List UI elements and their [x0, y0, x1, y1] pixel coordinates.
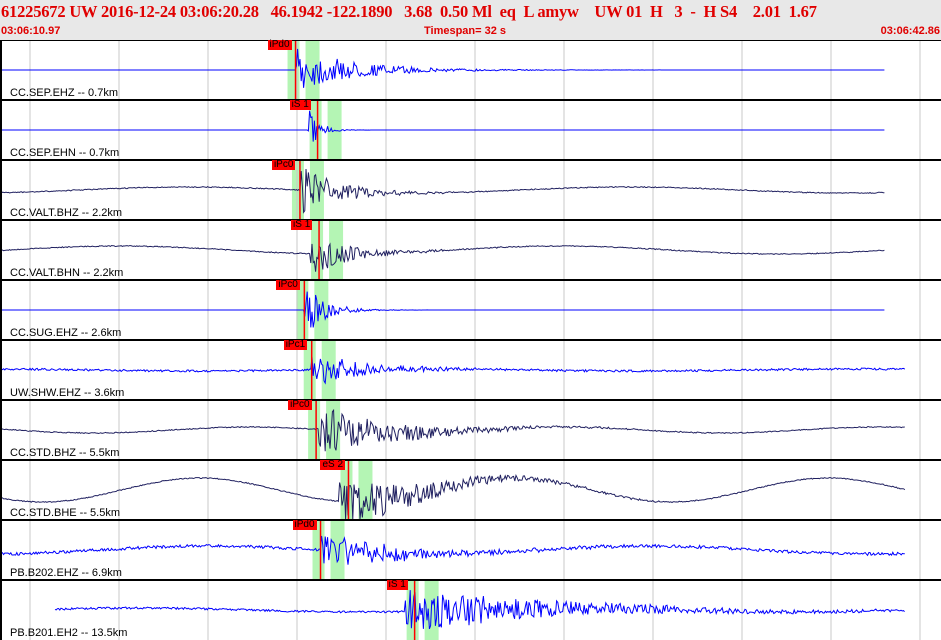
channel-label: CC.SEP.EHN -- 0.7km: [10, 147, 120, 159]
phase-pick-label[interactable]: iPc1: [283, 340, 308, 350]
channel-label: PB.B201.EH2 -- 13.5km: [10, 627, 128, 639]
phase-pick-label[interactable]: iPc0: [276, 280, 300, 290]
channel-label: CC.STD.BHZ -- 5.5km: [10, 447, 120, 459]
phase-pick-label[interactable]: iS 1: [291, 220, 313, 230]
pick-window: [309, 160, 324, 220]
event-summary: 61225672 UW 2016-12-24 03:06:20.28 46.19…: [1, 2, 817, 21]
channel-label: PB.B202.EHZ -- 6.9km: [10, 567, 122, 579]
waveform-trace: [0, 291, 885, 328]
phase-pick-label[interactable]: iS 1: [386, 580, 408, 590]
waveform-trace: [0, 110, 885, 142]
waveform-trace: [0, 535, 905, 565]
channel-label: CC.VALT.BHZ -- 2.2km: [10, 207, 123, 219]
event-header: 61225672 UW 2016-12-24 03:06:20.28 46.19…: [0, 0, 941, 40]
pick-window: [309, 100, 322, 160]
channel-label: CC.VALT.BHN -- 2.2km: [10, 267, 124, 279]
waveform-trace: [0, 48, 885, 88]
phase-pick-label[interactable]: iPd0: [267, 40, 292, 50]
seismogram-viewer: 61225672 UW 2016-12-24 03:06:20.28 46.19…: [0, 0, 941, 640]
channel-label: CC.STD.BHE -- 5.5km: [10, 507, 121, 519]
waveform-trace: [0, 356, 906, 385]
end-time: 03:06:42.86: [880, 25, 940, 37]
channel-label: UW.SHW.EHZ -- 3.6km: [10, 387, 125, 399]
trace-panels[interactable]: [0, 40, 941, 640]
waveform-trace: [0, 168, 885, 214]
phase-pick-label[interactable]: iPc0: [288, 400, 312, 410]
channel-label: CC.SUG.EHZ -- 2.6km: [10, 327, 122, 339]
phase-pick-label[interactable]: iS 1: [289, 100, 311, 110]
timespan: Timespan= 32 s: [424, 25, 507, 37]
waveform-trace: [0, 408, 905, 452]
pick-window: [330, 520, 345, 580]
waveform-trace: [0, 242, 885, 272]
phase-pick-label[interactable]: eS 2: [320, 460, 346, 470]
phase-pick-label[interactable]: iPd0: [292, 520, 317, 530]
start-time: 03:06:10.97: [1, 25, 61, 37]
pick-window: [329, 220, 344, 280]
waveform-trace: [0, 474, 906, 520]
phase-pick-label[interactable]: iPc0: [271, 160, 296, 170]
waveform-trace: [54, 590, 905, 630]
channel-label: CC.SEP.EHZ -- 0.7km: [10, 87, 118, 99]
